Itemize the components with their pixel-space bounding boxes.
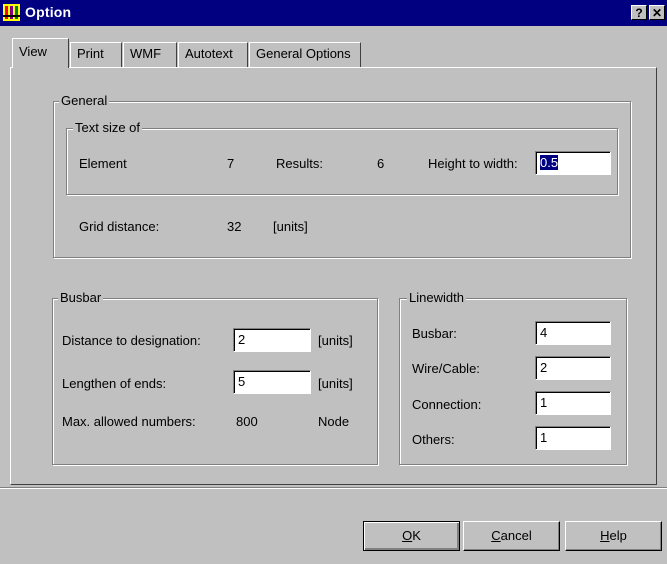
grid-distance-unit: [units]: [273, 219, 308, 234]
help-label: elp: [609, 528, 627, 543]
window-title: Option: [25, 4, 72, 20]
cancel-label: ancel: [500, 528, 532, 543]
lengthen-unit: [units]: [318, 376, 353, 391]
lw-wire-input[interactable]: 2: [535, 356, 611, 380]
tab-view-label: View: [19, 44, 47, 59]
linewidth-group-label: Linewidth: [407, 290, 466, 305]
max-numbers-value: 800: [236, 414, 258, 429]
lw-others-input[interactable]: 1: [535, 426, 611, 450]
general-group-label: General: [59, 93, 110, 108]
tab-general-options-label: General Options: [256, 46, 351, 61]
element-label: Element: [79, 156, 127, 171]
bottom-separator: [0, 487, 667, 489]
tab-wmf[interactable]: WMF: [123, 42, 177, 67]
ok-label: K: [412, 528, 421, 543]
tab-print[interactable]: Print: [70, 42, 122, 67]
ok-button[interactable]: OK: [363, 521, 460, 551]
height-width-value: 0.5: [540, 155, 559, 170]
ok-mnemonic: O: [402, 528, 413, 543]
app-icon: [3, 4, 20, 21]
distance-label: Distance to designation:: [62, 333, 201, 348]
help-mnemonic: H: [600, 528, 610, 543]
close-button[interactable]: ✕: [649, 5, 665, 20]
help-button[interactable]: Help: [565, 521, 662, 551]
lw-busbar-label: Busbar:: [412, 326, 457, 341]
tab-autotext-label: Autotext: [185, 46, 233, 61]
title-bar: Option ? ✕: [0, 0, 667, 26]
lengthen-input[interactable]: 5: [233, 370, 311, 394]
results-value: 6: [377, 156, 385, 171]
cancel-button[interactable]: Cancel: [463, 521, 560, 551]
tab-autotext[interactable]: Autotext: [178, 42, 248, 67]
height-width-label: Height to width:: [428, 156, 518, 171]
help-title-button[interactable]: ?: [631, 5, 647, 20]
lw-connection-input[interactable]: 1: [535, 391, 611, 415]
cancel-mnemonic: C: [491, 528, 501, 543]
max-numbers-unit: Node: [318, 414, 350, 429]
tab-view[interactable]: View: [12, 38, 69, 68]
grid-distance-value: 32: [227, 219, 242, 234]
distance-unit: [units]: [318, 333, 353, 348]
height-width-input[interactable]: 0.5: [535, 151, 611, 175]
lw-connection-label: Connection:: [412, 397, 482, 412]
lengthen-label: Lengthen of ends:: [62, 376, 167, 391]
tab-print-label: Print: [77, 46, 104, 61]
max-numbers-label: Max. allowed numbers:: [62, 414, 196, 429]
lw-others-label: Others:: [412, 432, 455, 447]
grid-distance-label: Grid distance:: [79, 219, 160, 234]
lw-busbar-input[interactable]: 4: [535, 321, 611, 345]
distance-input[interactable]: 2: [233, 328, 311, 352]
results-label: Results:: [276, 156, 323, 171]
tab-wmf-label: WMF: [130, 46, 162, 61]
lw-wire-label: Wire/Cable:: [412, 361, 480, 376]
tab-general-options[interactable]: General Options: [249, 42, 361, 67]
text-size-group-label: Text size of: [73, 120, 143, 135]
busbar-group-label: Busbar: [58, 290, 104, 305]
element-value: 7: [227, 156, 235, 171]
